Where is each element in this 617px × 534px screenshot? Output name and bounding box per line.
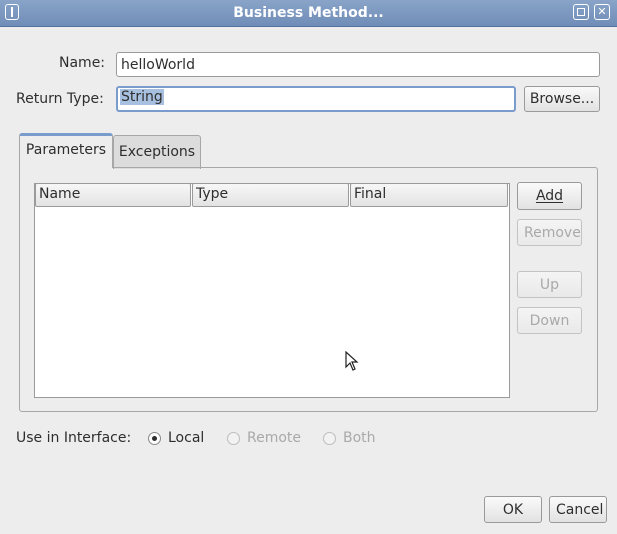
window-title: Business Method... (233, 5, 384, 21)
radio-remote[interactable] (227, 432, 240, 445)
column-header-final[interactable]: Final (350, 183, 508, 207)
return-type-value: String (120, 89, 164, 105)
name-input[interactable] (116, 52, 600, 77)
tab-parameters[interactable]: Parameters (19, 133, 113, 168)
close-icon: ✕ (597, 5, 607, 18)
radio-both-label[interactable]: Both (343, 430, 376, 446)
name-label: Name: (59, 55, 106, 71)
column-header-type[interactable]: Type (192, 183, 349, 207)
cancel-button[interactable]: Cancel (549, 496, 607, 523)
up-button[interactable]: Up (517, 271, 582, 298)
radio-remote-label[interactable]: Remote (247, 430, 301, 446)
title-bar[interactable]: Business Method... ✕ (0, 0, 617, 27)
add-button[interactable]: Add (517, 182, 582, 210)
return-type-input[interactable]: String (116, 86, 516, 112)
remove-button[interactable]: Remove (517, 219, 582, 246)
browse-button[interactable]: Browse... (524, 86, 600, 112)
radio-local-label[interactable]: Local (168, 430, 204, 446)
close-button[interactable]: ✕ (594, 4, 610, 20)
column-header-name[interactable]: Name (35, 183, 191, 207)
return-type-label: Return Type: (16, 91, 104, 107)
parameters-table[interactable] (34, 183, 510, 398)
radio-local[interactable] (148, 432, 161, 445)
down-button[interactable]: Down (517, 307, 582, 334)
use-in-interface-label: Use in Interface: (16, 430, 132, 446)
ok-button[interactable]: OK (484, 496, 542, 523)
mouse-pointer-icon (345, 351, 359, 371)
radio-both[interactable] (323, 432, 336, 445)
restore-button[interactable] (573, 4, 589, 20)
tab-exceptions[interactable]: Exceptions (113, 135, 201, 169)
